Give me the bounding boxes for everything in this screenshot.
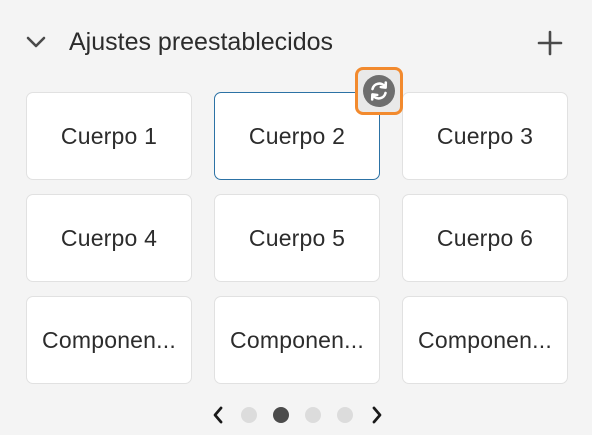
preset-label: Cuerpo 5 — [248, 224, 346, 251]
chevron-down-icon — [26, 36, 46, 48]
reset-preset-button[interactable] — [355, 67, 403, 115]
preset-label: Cuerpo 2 — [248, 122, 346, 149]
add-preset-button[interactable] — [533, 26, 567, 60]
page-dot-2[interactable] — [273, 407, 289, 423]
chevron-left-icon — [213, 406, 223, 424]
preset-label: Cuerpo 3 — [436, 122, 534, 149]
preset-label: Componen... — [418, 326, 552, 353]
preset-card-componente-3[interactable]: Componen... — [402, 296, 568, 384]
plus-icon — [537, 30, 563, 56]
next-page-button[interactable] — [367, 404, 387, 426]
preset-label: Cuerpo 6 — [436, 224, 534, 251]
preset-card-componente-1[interactable]: Componen... — [26, 296, 192, 384]
pagination — [0, 400, 592, 430]
previous-page-button[interactable] — [208, 404, 228, 426]
preset-card-cuerpo-6[interactable]: Cuerpo 6 — [402, 194, 568, 282]
page-dot-4[interactable] — [337, 407, 353, 423]
preset-card-cuerpo-4[interactable]: Cuerpo 4 — [26, 194, 192, 282]
preset-label: Componen... — [42, 326, 176, 353]
refresh-icon — [363, 75, 395, 107]
panel-title: Ajustes preestablecidos — [69, 28, 334, 56]
presets-grid: Cuerpo 1 Cuerpo 2 Cuerpo 3 Cuerpo 4 Cuer… — [26, 92, 569, 384]
preset-label: Cuerpo 1 — [60, 122, 158, 149]
chevron-right-icon — [372, 406, 382, 424]
preset-card-cuerpo-1[interactable]: Cuerpo 1 — [26, 92, 192, 180]
preset-card-cuerpo-3[interactable]: Cuerpo 3 — [402, 92, 568, 180]
page-dot-1[interactable] — [241, 407, 257, 423]
preset-card-cuerpo-5[interactable]: Cuerpo 5 — [214, 194, 380, 282]
page-dot-3[interactable] — [305, 407, 321, 423]
panel-header: Ajustes preestablecidos — [0, 0, 592, 84]
collapse-button[interactable] — [22, 28, 50, 56]
preset-card-componente-2[interactable]: Componen... — [214, 296, 380, 384]
preset-label: Componen... — [230, 326, 364, 353]
preset-label: Cuerpo 4 — [60, 224, 158, 251]
